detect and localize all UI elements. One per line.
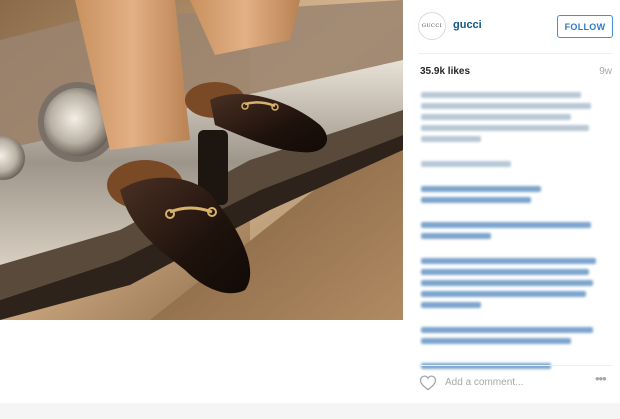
likes-count[interactable]: 35.9k likes xyxy=(420,66,470,77)
comment-gap xyxy=(421,244,606,250)
blurred-comment-line xyxy=(421,280,593,286)
comment-gap xyxy=(421,208,606,214)
comments-list xyxy=(421,92,606,374)
blurred-comment-line xyxy=(421,338,571,344)
blurred-caption-line xyxy=(421,103,591,109)
post-footer: ••• xyxy=(403,365,620,403)
blurred-caption-line xyxy=(421,114,571,120)
post-age[interactable]: 9w xyxy=(599,66,612,77)
heart-icon[interactable] xyxy=(419,374,437,391)
post-side-panel: GUCCI gucci FOLLOW 35.9k likes 9w Add a … xyxy=(403,0,620,403)
comment-gap xyxy=(421,349,606,355)
comment-gap xyxy=(421,313,606,319)
comment-input[interactable] xyxy=(445,374,575,390)
blurred-comment-line xyxy=(421,302,481,308)
blurred-comment-line xyxy=(421,258,596,264)
blurred-caption-line xyxy=(421,92,581,98)
blurred-comment-line xyxy=(421,269,589,275)
blurred-comment-line xyxy=(421,186,541,192)
blurred-comment-line xyxy=(421,222,591,228)
comment-gap xyxy=(421,147,606,153)
blurred-comment-line xyxy=(421,161,511,167)
blurred-comment-line xyxy=(421,327,593,333)
header-divider xyxy=(418,53,613,54)
follow-button[interactable]: FOLLOW xyxy=(557,15,613,38)
blurred-comment-line xyxy=(421,233,491,239)
more-options-icon[interactable]: ••• xyxy=(595,371,607,386)
comment-gap xyxy=(421,172,606,178)
blurred-comment-line xyxy=(421,197,531,203)
instagram-post-page: GUCCI gucci FOLLOW 35.9k likes 9w Add a … xyxy=(0,0,620,419)
blurred-comment-line xyxy=(421,291,586,297)
blurred-caption-line xyxy=(421,125,589,131)
blurred-caption-line xyxy=(421,136,481,142)
username-link[interactable]: gucci xyxy=(453,19,482,31)
avatar-logo-text: GUCCI xyxy=(421,23,443,29)
avatar[interactable]: GUCCI xyxy=(418,12,446,40)
post-photo xyxy=(0,0,403,320)
page-bottom-band xyxy=(0,403,620,419)
post-header: GUCCI gucci FOLLOW xyxy=(403,0,620,53)
